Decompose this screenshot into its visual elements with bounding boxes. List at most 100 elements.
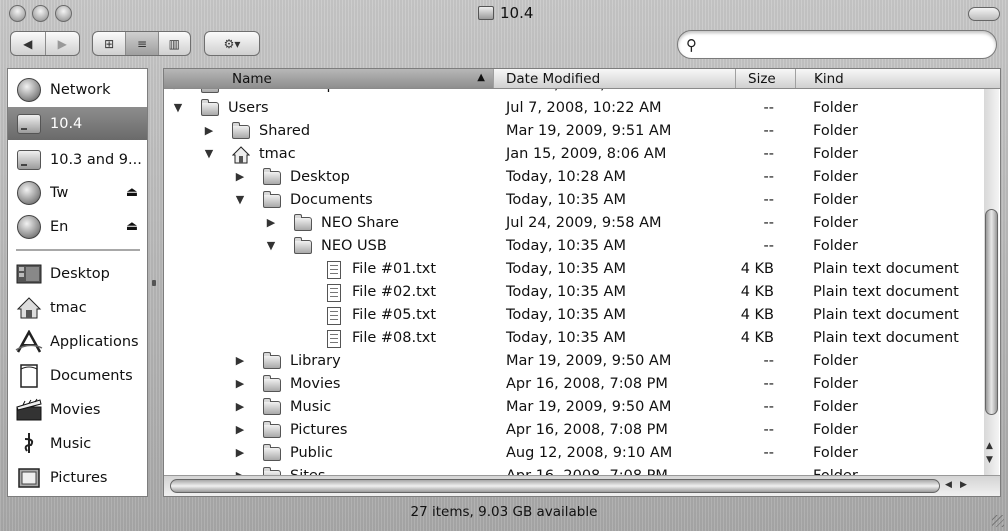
size-cell: -- — [763, 422, 774, 438]
disclosure-collapsed-icon[interactable]: ▶ — [234, 423, 246, 436]
date-modified-cell: Oct 10, 2008, 11:25 AM — [506, 89, 678, 93]
disclosure-expanded-icon[interactable]: ▼ — [172, 101, 184, 114]
table-row[interactable]: ▶Sites Apr 16, 2008, 7:08 PM -- Folder — [164, 466, 984, 475]
disclosure-collapsed-icon[interactable]: ▶ — [172, 89, 184, 91]
sidebar-item-10-3-and-9[interactable]: 10.3 and 9... — [8, 143, 147, 176]
file-name: File #02.txt — [352, 284, 437, 300]
sidebar-item-desktop[interactable]: Desktop — [8, 257, 147, 290]
zoom-window-button[interactable] — [55, 5, 72, 22]
disclosure-collapsed-icon[interactable]: ▶ — [234, 400, 246, 413]
table-row[interactable]: ▶ Desktop Today, 10:28 AM -- Folder — [164, 167, 984, 190]
column-header-size[interactable]: Size — [736, 69, 796, 88]
sidebar-item-tmac[interactable]: tmac — [8, 291, 147, 324]
column-header-name[interactable]: Name ▲ — [164, 69, 494, 88]
table-row[interactable]: File #02.txt Today, 10:35 AM 4 KB Plain tex… — [164, 282, 984, 305]
horizontal-scrollbar[interactable]: ◀ ▶ — [164, 475, 1000, 496]
date-modified-cell: Aug 12, 2008, 9:10 AM — [506, 445, 673, 461]
table-row[interactable]: ▼ Documents Today, 10:35 AM -- Folder — [164, 190, 984, 213]
sidebar-item-pictures[interactable]: Pictures — [8, 461, 147, 494]
sidebar-item-label: Tw — [50, 184, 69, 201]
scroll-left-arrow-icon[interactable]: ◀ — [945, 480, 952, 490]
kind-cell: Folder — [813, 100, 858, 116]
folder-icon — [231, 122, 251, 141]
minimize-window-button[interactable] — [32, 5, 49, 22]
table-row[interactable]: ▶ Movies Apr 16, 2008, 7:08 PM -- Folder — [164, 374, 984, 397]
view-icons-button[interactable]: ⊞ — [93, 32, 125, 55]
name-cell: ▶ UK AY 3.2 Help — [164, 89, 494, 98]
globe-volume-icon — [14, 212, 44, 242]
disclosure-collapsed-icon[interactable]: ▶ — [234, 446, 246, 459]
table-row[interactable]: File #08.txt Today, 10:35 AM 4 KB Plain tex… — [164, 328, 984, 351]
search-input[interactable] — [706, 35, 990, 55]
table-row[interactable]: ▶ NEO Share Jul 24, 2009, 9:58 AM -- Folder — [164, 213, 984, 236]
kind-cell: Folder — [813, 215, 858, 231]
date-modified-cell: Mar 19, 2009, 9:50 AM — [506, 399, 672, 415]
sidebar-item-10-4[interactable]: 10.4 — [8, 107, 147, 140]
search-field[interactable]: ⚲ — [677, 30, 997, 59]
scroll-right-arrow-icon[interactable]: ▶ — [960, 480, 967, 490]
view-columns-button[interactable]: ▥ — [157, 32, 190, 55]
column-header-date-modified[interactable]: Date Modified — [494, 69, 736, 88]
vertical-scroll-thumb[interactable] — [985, 209, 998, 415]
toolbar-toggle-button[interactable] — [968, 7, 1000, 21]
table-row[interactable]: File #05.txt Today, 10:35 AM 4 KB Plain tex… — [164, 305, 984, 328]
scroll-up-arrow-icon[interactable]: ▲ — [986, 441, 993, 451]
text-document-icon — [324, 330, 344, 348]
forward-button[interactable]: ▶ — [44, 32, 80, 55]
sidebar-item-tw[interactable]: Tw ⏏ — [8, 176, 147, 209]
close-window-button[interactable] — [9, 5, 26, 22]
sidebar-item-network[interactable]: Network — [8, 73, 147, 106]
home-folder-icon — [231, 146, 251, 164]
sidebar-item-documents[interactable]: Documents — [8, 359, 147, 392]
date-modified-cell: Today, 10:35 AM — [506, 261, 626, 277]
eject-icon[interactable]: ⏏ — [123, 185, 141, 200]
table-row[interactable]: File #01.txt Today, 10:35 AM 4 KB Plain tex… — [164, 259, 984, 282]
disclosure-expanded-icon[interactable]: ▼ — [265, 239, 277, 252]
disclosure-expanded-icon[interactable]: ▼ — [203, 147, 215, 160]
kind-cell: Plain text document — [813, 261, 959, 277]
disclosure-collapsed-icon[interactable]: ▶ — [234, 377, 246, 390]
horizontal-scroll-thumb[interactable] — [170, 479, 940, 493]
size-cell: -- — [724, 468, 774, 475]
table-row[interactable]: ▶ Public Aug 12, 2008, 9:10 AM -- Folder — [164, 443, 984, 466]
sidebar-resize-handle[interactable] — [152, 280, 156, 286]
sidebar-item-music[interactable]: Music — [8, 427, 147, 460]
disclosure-collapsed-icon[interactable]: ▶ — [234, 354, 246, 367]
sort-ascending-icon: ▲ — [477, 72, 485, 83]
back-button[interactable]: ◀ — [11, 32, 45, 55]
table-row[interactable]: ▶ Music Mar 19, 2009, 9:50 AM -- Folder — [164, 397, 984, 420]
music-icon — [14, 429, 44, 459]
disclosure-collapsed-icon[interactable]: ▶ — [203, 124, 215, 137]
table-row[interactable]: ▼ NEO USB Today, 10:35 AM -- Folder — [164, 236, 984, 259]
scroll-down-arrow-icon[interactable]: ▼ — [986, 455, 993, 465]
sidebar-item-movies[interactable]: Movies — [8, 393, 147, 426]
sidebar-item-applications[interactable]: Applications — [8, 325, 147, 358]
date-modified-cell: Mar 19, 2009, 9:50 AM — [506, 353, 672, 369]
file-name: Documents — [290, 192, 373, 208]
disclosure-collapsed-icon[interactable]: ▶ — [265, 216, 277, 229]
table-row[interactable]: ▼ Users Jul 7, 2008, 10:22 AM -- Folder — [164, 98, 984, 121]
folder-icon — [293, 237, 313, 256]
disclosure-expanded-icon[interactable]: ▼ — [234, 193, 246, 206]
kind-cell: Folder — [813, 399, 858, 415]
view-list-button[interactable]: ≡ — [125, 32, 158, 55]
table-row[interactable]: ▶ Pictures Apr 16, 2008, 7:08 PM -- Folder — [164, 420, 984, 443]
applications-icon — [14, 327, 44, 357]
disclosure-collapsed-icon[interactable]: ▶ — [234, 170, 246, 183]
sidebar-item-en[interactable]: En ⏏ — [8, 210, 147, 243]
name-cell: ▶ Movies — [164, 374, 494, 397]
table-row[interactable]: ▼ tmac Jan 15, 2009, 8:06 AM -- Folder — [164, 144, 984, 167]
name-cell: ▼ NEO USB — [164, 236, 494, 259]
date-modified-cell: Today, 10:28 AM — [506, 169, 626, 185]
sidebar-item-label: Applications — [50, 333, 139, 350]
resize-grip-icon[interactable] — [992, 515, 1004, 527]
eject-icon[interactable]: ⏏ — [123, 219, 141, 234]
size-cell: -- — [763, 169, 774, 185]
table-row[interactable]: ▶ UK AY 3.2 Help Oct 10, 2008, 11:25 AM Fol… — [164, 89, 984, 98]
table-row[interactable]: ▶ Library Mar 19, 2009, 9:50 AM -- Folder — [164, 351, 984, 374]
column-header-kind[interactable]: Kind — [796, 69, 1000, 88]
kind-cell: Plain text document — [813, 307, 959, 323]
action-menu-button[interactable]: ⚙▾ — [204, 31, 260, 56]
vertical-scrollbar[interactable]: ▲ ▼ — [984, 89, 999, 475]
table-row[interactable]: ▶ Shared Mar 19, 2009, 9:51 AM -- Folder — [164, 121, 984, 144]
